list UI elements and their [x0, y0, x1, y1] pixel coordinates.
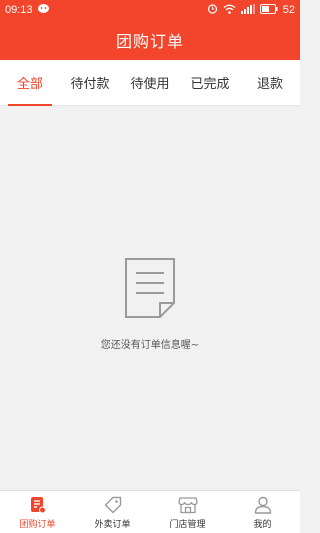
bottom-nav: 团购订单 外卖订单 门店管理 我的 [0, 490, 300, 533]
store-icon [177, 495, 199, 515]
signal-icon [240, 3, 255, 17]
person-icon [252, 495, 274, 515]
notification-icon [37, 3, 50, 17]
tag-icon [102, 495, 124, 515]
document-icon [124, 257, 176, 319]
wifi-icon [223, 4, 236, 17]
battery-level: 52 [282, 4, 295, 16]
title-bar: 团购订单 [0, 20, 300, 60]
nav-label: 我的 [253, 519, 272, 530]
nav-label: 团购订单 [19, 519, 56, 530]
nav-label: 门店管理 [169, 519, 206, 530]
tab-pending-payment[interactable]: 待付款 [60, 60, 120, 105]
nav-group-orders[interactable]: 团购订单 [0, 491, 75, 533]
page-title: 团购订单 [115, 32, 184, 51]
tab-all[interactable]: 全部 [0, 60, 60, 106]
tab-completed[interactable]: 已完成 [180, 60, 240, 105]
tab-refund[interactable]: 退款 [240, 60, 300, 105]
nav-label: 外卖订单 [94, 519, 131, 530]
status-time: 09:13 [5, 4, 33, 16]
nav-takeout-orders[interactable]: 外卖订单 [75, 491, 150, 533]
nav-store-management[interactable]: 门店管理 [150, 491, 225, 533]
battery-icon [259, 3, 278, 17]
order-tabs: 全部 待付款 待使用 已完成 退款 [0, 60, 300, 106]
tab-to-use[interactable]: 待使用 [120, 60, 180, 105]
order-list-area: 您还没有订单信息喔~ [0, 106, 300, 490]
status-bar: 09:13 52 [0, 0, 300, 20]
empty-message: 您还没有订单信息喔~ [100, 340, 200, 351]
nav-mine[interactable]: 我的 [225, 491, 300, 533]
alarm-icon [207, 3, 218, 17]
order-list-icon [27, 495, 49, 515]
